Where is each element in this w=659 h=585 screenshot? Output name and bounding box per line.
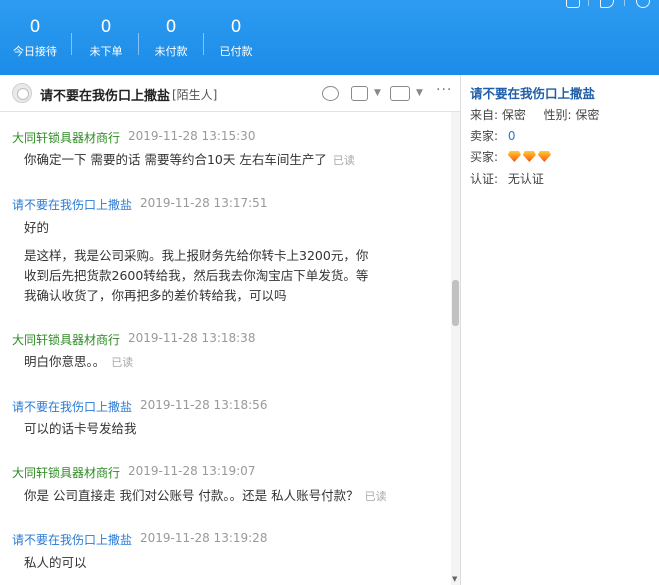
message-time: 2019-11-28 13:19:07 (128, 464, 256, 478)
info-row-auth: 认证: 无认证 (470, 170, 544, 187)
message-text: 你是 公司直接走 我们对公账号 付款。。还是 私人账号付款？ 已读 (24, 486, 387, 507)
user-search-icon[interactable] (322, 86, 339, 101)
stat-value: 0 (230, 17, 242, 37)
speaker-icon[interactable] (600, 0, 614, 8)
stat-label: 未付款 (154, 45, 188, 58)
message-text: 你确定一下 需要的话 需要等约合10天 左右车间生产了 已读 (24, 150, 355, 171)
stranger-tag: [陌生人] (172, 88, 218, 102)
message-line: 好的 (24, 220, 50, 235)
buyer-level-rating (507, 150, 553, 164)
sender-name[interactable]: 大同轩锁具器材商行 (12, 331, 120, 348)
stat-label: 今日接待 (13, 45, 57, 58)
chevron-down-icon[interactable]: ▼ (374, 88, 381, 98)
sender-name[interactable]: 大同轩锁具器材商行 (12, 129, 120, 146)
gender-value: 保密 (575, 108, 600, 122)
message-list[interactable]: ⠀ 大同轩锁具器材商行 2019-11-28 13:15:30 你确定一下 需要… (0, 112, 450, 585)
sender-name[interactable]: 请不要在我伤口上撒盐 (12, 531, 132, 548)
divider (588, 0, 589, 6)
stat-not-ordered[interactable]: 0 未下单 (73, 0, 139, 59)
message-line: 你确定一下 需要的话 需要等约合10天 左右车间生产了 (24, 152, 327, 167)
stat-label: 未下单 (89, 45, 123, 58)
transfer-icon[interactable] (351, 86, 368, 101)
note-icon[interactable] (566, 0, 580, 8)
sender-name[interactable]: 大同轩锁具器材商行 (12, 464, 120, 481)
message-text: 明白你意思。。 已读 (24, 352, 133, 373)
chevron-down-icon[interactable]: ▼ (416, 88, 423, 98)
chat-header: 请不要在我伤口上撒盐 [陌生人] ▼ ▼ ··· (0, 75, 460, 112)
stat-label: 已付款 (219, 45, 253, 58)
buyer-label: 买家: (470, 150, 499, 164)
seller-label: 卖家: (470, 129, 499, 143)
video-icon[interactable] (390, 86, 410, 101)
message-time: 2019-11-28 13:18:56 (140, 398, 268, 412)
message-time: 2019-11-28 13:18:38 (128, 331, 256, 345)
auth-label: 认证: (470, 172, 499, 186)
scrollbar-thumb[interactable] (452, 280, 459, 326)
from-label: 来自: (470, 108, 499, 122)
info-row-buyer: 买家: (470, 148, 553, 165)
message-text: 可以的话卡号发给我 (24, 419, 137, 439)
read-status: 已读 (111, 356, 134, 369)
read-status: 已读 (364, 490, 387, 503)
message-scrollbar[interactable]: ▼ (451, 112, 460, 585)
message-line: 可以的话卡号发给我 (24, 421, 137, 436)
message-line: 我确认收货了，你再把多的差价转给我，可以吗 (24, 288, 287, 303)
read-status: 已读 (332, 154, 355, 167)
message-line: 私人的可以 (24, 555, 87, 570)
from-value: 保密 (501, 108, 526, 122)
info-row-seller: 卖家: 0 (470, 127, 516, 144)
message-time: 2019-11-28 13:15:30 (128, 129, 256, 143)
help-icon[interactable] (636, 0, 650, 8)
stat-paid[interactable]: 0 已付款 (203, 0, 269, 59)
message-line: 你是 公司直接走 我们对公账号 付款。。还是 私人账号付款？ (24, 488, 359, 503)
stat-not-paid[interactable]: 0 未付款 (138, 0, 204, 59)
info-row-origin-gender: 来自: 保密 性别: 保密 (470, 106, 599, 123)
message-text: 私人的可以 (24, 553, 87, 573)
divider (624, 0, 625, 6)
seller-value[interactable]: 0 (508, 129, 516, 143)
sender-name[interactable]: 请不要在我伤口上撒盐 (12, 196, 132, 213)
auth-value: 无认证 (507, 172, 544, 186)
contact-name[interactable]: 请不要在我伤口上撒盐 (470, 83, 595, 102)
stat-today-received[interactable]: 0 今日接待 (2, 0, 68, 59)
scroll-down-icon[interactable]: ▼ (452, 575, 457, 583)
stat-value: 0 (100, 17, 112, 37)
message-time: 2019-11-28 13:17:51 (140, 196, 268, 210)
message-line: 收到后先把货款2600转给我，然后我去你淘宝店下单发货。等 (24, 268, 369, 283)
message-line: 明白你意思。。 (24, 354, 106, 369)
stat-value: 0 (165, 17, 177, 37)
stat-value: 0 (29, 17, 41, 37)
message-line: 是这样，我是公司采购。我上报财务先给你转卡上3200元，你 (24, 248, 369, 263)
gender-label: 性别: (543, 108, 572, 122)
watermark: ⠀ (193, 420, 220, 450)
avatar[interactable] (12, 83, 32, 103)
diamond-icon (537, 151, 551, 162)
message-text: 好的 是这样，我是公司采购。我上报财务先给你转卡上3200元，你 收到后先把货款… (24, 218, 368, 306)
diamond-icon (522, 151, 536, 162)
sender-name[interactable]: 请不要在我伤口上撒盐 (12, 398, 132, 415)
message-time: 2019-11-28 13:19:28 (140, 531, 268, 545)
more-icon[interactable]: ··· (436, 82, 452, 98)
stats-bar: 0 今日接待 0 未下单 0 未付款 0 已付款 (0, 0, 659, 75)
divider (71, 33, 72, 55)
diamond-icon (507, 151, 521, 162)
chat-title[interactable]: 请不要在我伤口上撒盐 (40, 85, 170, 104)
contact-info-panel: 请不要在我伤口上撒盐 来自: 保密 性别: 保密 卖家: 0 买家: 认证: 无… (461, 75, 659, 585)
